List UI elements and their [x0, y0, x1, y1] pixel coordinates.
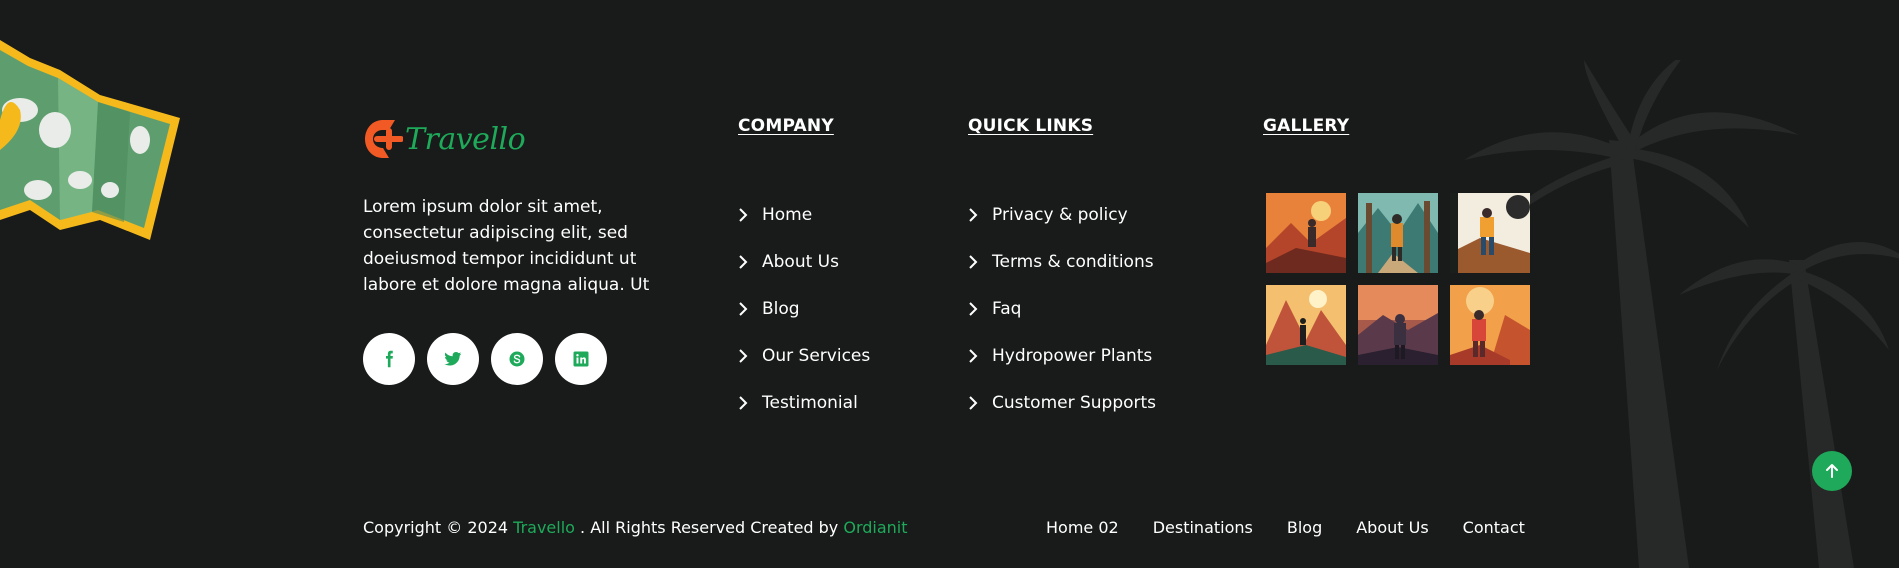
company-heading: COMPANY — [738, 116, 834, 136]
gallery-grid — [1266, 193, 1530, 365]
chevron-right-icon — [969, 207, 978, 222]
arrow-up-icon — [1826, 464, 1838, 478]
chevron-right-icon — [739, 348, 748, 363]
chevron-right-icon — [739, 254, 748, 269]
hiker-orange-image[interactable] — [1450, 285, 1530, 365]
twitter-button[interactable] — [427, 333, 479, 385]
facebook-icon — [386, 350, 393, 368]
bottom-nav: Home 02 Destinations Blog About Us Conta… — [1046, 518, 1559, 537]
link-label: Faq — [992, 298, 1022, 319]
company-link-about-us[interactable]: About Us — [738, 238, 870, 285]
chevron-right-icon — [969, 254, 978, 269]
chevron-right-icon — [739, 301, 748, 316]
chevron-right-icon — [969, 348, 978, 363]
bottom-nav-about-us[interactable]: About Us — [1356, 518, 1428, 537]
company-link-home[interactable]: Home — [738, 191, 870, 238]
link-label: Terms & conditions — [992, 251, 1154, 272]
linkedin-button[interactable] — [555, 333, 607, 385]
folded-map-decoration — [0, 40, 180, 240]
linkedin-icon — [573, 351, 589, 367]
quick-link-terms-conditions[interactable]: Terms & conditions — [968, 238, 1156, 285]
company-link-testimonial[interactable]: Testimonial — [738, 379, 870, 426]
gallery-heading: GALLERY — [1263, 116, 1350, 136]
skype-icon — [509, 351, 525, 367]
quick-links: Privacy & policy Terms & conditions Faq … — [968, 191, 1156, 426]
social-links — [363, 333, 607, 385]
quick-links-heading: QUICK LINKS — [968, 116, 1094, 136]
link-label: About Us — [762, 251, 839, 272]
copyright-text: Copyright © 2024 Travello . All Rights R… — [363, 518, 908, 537]
bottom-nav-home-02[interactable]: Home 02 — [1046, 518, 1119, 537]
quick-link-hydropower-plants[interactable]: Hydropower Plants — [968, 332, 1156, 379]
chevron-right-icon — [969, 395, 978, 410]
bottom-nav-destinations[interactable]: Destinations — [1153, 518, 1253, 537]
chevron-right-icon — [969, 301, 978, 316]
company-links: Home About Us Blog Our Services Testimon… — [738, 191, 870, 426]
back-to-top-button[interactable] — [1812, 451, 1852, 491]
hiker-autumn-image[interactable] — [1266, 193, 1346, 273]
about-text: Lorem ipsum dolor sit amet, consectetur … — [363, 197, 650, 295]
twitter-icon — [444, 352, 462, 366]
hiker-dusk-image[interactable] — [1358, 285, 1438, 365]
link-label: Blog — [762, 298, 800, 319]
copyright-middle: . All Rights Reserved Created by — [574, 518, 844, 537]
company-link-blog[interactable]: Blog — [738, 285, 870, 332]
hiker-mountains-image[interactable] — [1266, 285, 1346, 365]
quick-link-privacy-policy[interactable]: Privacy & policy — [968, 191, 1156, 238]
hiker-sunset-image[interactable] — [1450, 193, 1530, 273]
link-label: Our Services — [762, 345, 871, 366]
link-label: Customer Supports — [992, 392, 1157, 413]
skype-button[interactable] — [491, 333, 543, 385]
brand-link[interactable]: Travello — [513, 518, 575, 537]
logo-plane-icon — [365, 120, 403, 158]
company-link-our-services[interactable]: Our Services — [738, 332, 870, 379]
link-label: Hydropower Plants — [992, 345, 1153, 366]
brand-name: Travello — [405, 121, 526, 157]
bottom-nav-contact[interactable]: Contact — [1463, 518, 1525, 537]
quick-link-faq[interactable]: Faq — [968, 285, 1156, 332]
hiker-forest-image[interactable] — [1358, 193, 1438, 273]
facebook-button[interactable] — [363, 333, 415, 385]
creator-link[interactable]: Ordianit — [843, 518, 907, 537]
bottom-nav-blog[interactable]: Blog — [1287, 518, 1322, 537]
brand-logo[interactable]: Travello — [363, 118, 526, 160]
link-label: Home — [762, 204, 813, 225]
copyright-prefix: Copyright © 2024 — [363, 518, 514, 537]
quick-link-customer-supports[interactable]: Customer Supports — [968, 379, 1156, 426]
link-label: Privacy & policy — [992, 204, 1128, 225]
chevron-right-icon — [739, 207, 748, 222]
chevron-right-icon — [739, 395, 748, 410]
link-label: Testimonial — [762, 392, 858, 413]
